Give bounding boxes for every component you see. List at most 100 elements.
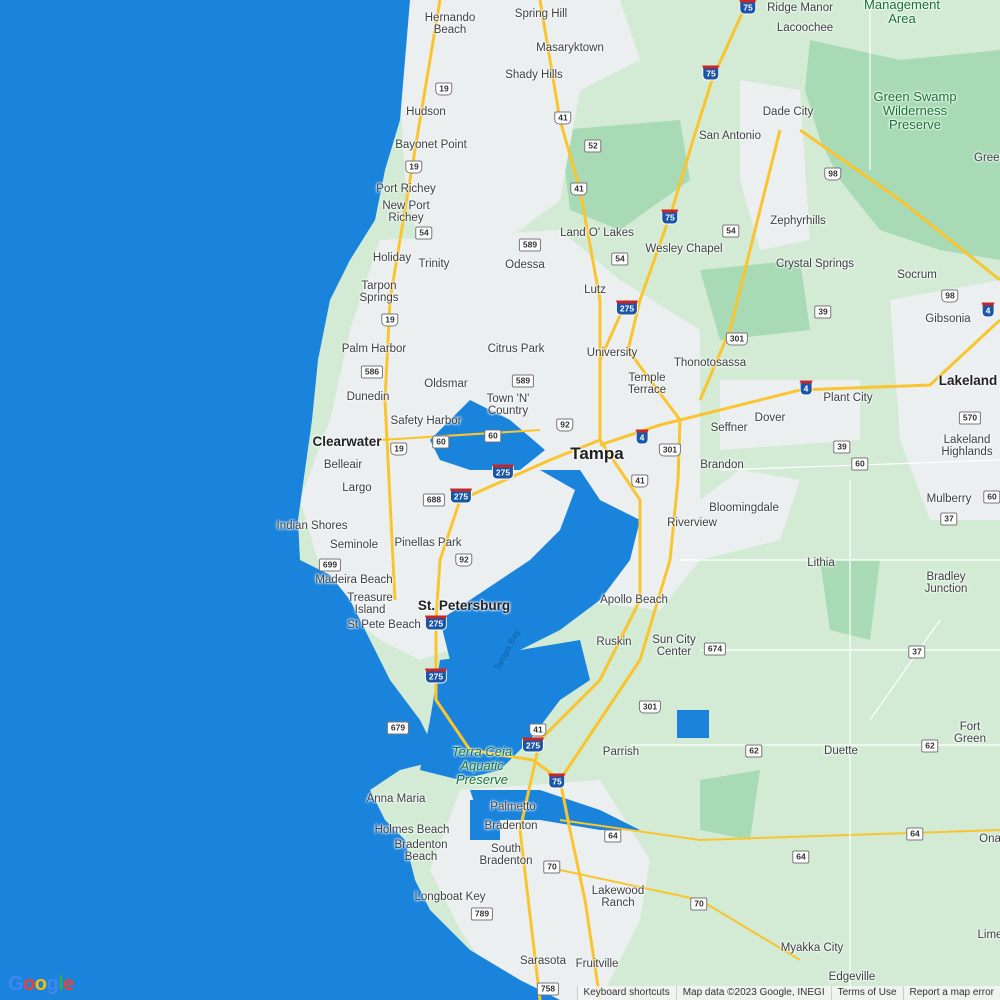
state-route-shield: 64 <box>906 827 924 841</box>
report-map-error-link[interactable]: Report a map error <box>902 986 1000 1000</box>
place-label: Safety Harbor <box>390 415 462 427</box>
state-route-shield: 60 <box>484 429 502 443</box>
state-route-shield: 39 <box>833 440 851 454</box>
place-label: Fort Green <box>954 721 986 745</box>
state-route-shield: 674 <box>703 642 727 656</box>
terms-of-use-link[interactable]: Terms of Use <box>830 986 903 1000</box>
place-label: Bayonet Point <box>395 139 467 151</box>
park-label: Green Swamp Wilderness Preserve <box>873 89 957 132</box>
place-label: Land O' Lakes <box>560 227 634 239</box>
interstate-shield: 275 <box>449 488 473 504</box>
place-label: Gibsonia <box>925 313 971 325</box>
place-label: Anna Maria <box>366 793 426 805</box>
interstate-shield: 4 <box>635 429 649 445</box>
us-route-shield: 19 <box>381 313 399 327</box>
place-label: Mulberry <box>926 493 972 505</box>
place-label: Indian Shores <box>276 520 348 532</box>
us-route-shield: 19 <box>390 442 408 456</box>
interstate-shield: 4 <box>981 302 995 318</box>
place-label: Plant City <box>823 392 873 404</box>
state-route-shield: 64 <box>792 850 810 864</box>
state-route-shield: 62 <box>745 744 763 758</box>
place-label: Green <box>974 152 1000 164</box>
place-label: Shady Hills <box>505 69 563 81</box>
place-label: Pinellas Park <box>394 537 462 549</box>
place-label: Ruskin <box>596 636 632 648</box>
place-label: Lithia <box>807 557 835 569</box>
place-label: Longboat Key <box>414 891 486 903</box>
place-label: Dover <box>754 412 786 424</box>
interstate-shield: 75 <box>548 773 566 789</box>
place-label: Seffner <box>710 422 748 434</box>
place-label: Sun City Center <box>652 634 696 658</box>
place-label: Fruitville <box>575 958 619 970</box>
place-label: Clearwater <box>312 434 382 449</box>
place-label: Trinity <box>418 258 450 270</box>
keyboard-shortcuts-link[interactable]: Keyboard shortcuts <box>576 986 676 1000</box>
state-route-shield: 679 <box>386 721 410 735</box>
place-label: Hernando Beach <box>424 12 476 36</box>
place-label: Bradenton <box>484 820 538 832</box>
place-label: Ona <box>979 833 1000 845</box>
place-label: Bradley Junction <box>924 571 968 595</box>
park-label: Terra Ceia Aquatic Preserve <box>451 744 513 787</box>
place-label: Citrus Park <box>487 343 545 355</box>
us-route-shield: 41 <box>631 474 649 488</box>
place-label: University <box>586 347 638 359</box>
place-label: Seminole <box>330 539 378 551</box>
state-route-shield: 60 <box>851 457 869 471</box>
state-route-shield: 699 <box>318 558 342 572</box>
place-label: Treasure Island <box>347 592 393 616</box>
place-label: Lakeland Highlands <box>941 434 993 458</box>
state-route-shield: 52 <box>584 139 602 153</box>
state-route-shield: 62 <box>921 739 939 753</box>
place-label: Port Richey <box>376 183 436 195</box>
place-label: Oldsmar <box>424 378 468 390</box>
interstate-shield: 75 <box>739 0 757 15</box>
map-data-text: Map data ©2023 Google, INEGI <box>675 986 831 1000</box>
us-route-shield: 301 <box>638 700 662 714</box>
place-label: Ridge Manor <box>767 2 833 14</box>
place-label: Lacoochee <box>776 22 834 34</box>
place-label: Bloomingdale <box>709 502 779 514</box>
interstate-shield: 4 <box>799 380 813 396</box>
place-label: Wesley Chapel <box>645 243 723 255</box>
state-route-shield: 54 <box>722 224 740 238</box>
place-label: Spring Hill <box>514 8 568 20</box>
place-label: Tarpon Springs <box>359 280 399 304</box>
state-route-shield: 37 <box>908 645 926 659</box>
interstate-shield: 75 <box>661 209 679 225</box>
place-label: Largo <box>342 482 372 494</box>
place-label: Temple Terrace <box>627 372 667 396</box>
place-label: Edgeville <box>828 971 876 983</box>
state-route-shield: 54 <box>415 226 433 240</box>
place-label: Crystal Springs <box>776 258 854 270</box>
place-label: Socrum <box>897 269 937 281</box>
state-route-shield: 64 <box>604 829 622 843</box>
place-label: St. Petersburg <box>417 598 511 613</box>
us-route-shield: 41 <box>554 111 572 125</box>
place-label: South Bradenton <box>479 843 533 867</box>
state-route-shield: 60 <box>432 435 450 449</box>
state-route-shield: 589 <box>511 374 535 388</box>
state-route-shield: 37 <box>940 512 958 526</box>
place-label: Sarasota <box>519 955 567 967</box>
interstate-shield: 275 <box>615 300 639 316</box>
place-label: Masaryktown <box>536 42 604 54</box>
google-logo: Google <box>8 973 74 995</box>
place-label: Tampa <box>570 444 624 463</box>
place-label: Apollo Beach <box>600 594 668 606</box>
place-label: Madeira Beach <box>315 574 393 586</box>
place-label: Lutz <box>584 284 606 296</box>
state-route-shield: 758 <box>536 982 560 996</box>
interstate-shield: 275 <box>424 668 448 684</box>
state-route-shield: 586 <box>360 365 384 379</box>
state-route-shield: 70 <box>543 860 561 874</box>
state-route-shield: 70 <box>690 897 708 911</box>
interstate-shield: 275 <box>491 464 515 480</box>
interstate-shield: 275 <box>424 615 448 631</box>
state-route-shield: 54 <box>611 252 629 266</box>
interstate-shield: 275 <box>521 737 545 753</box>
us-route-shield: 41 <box>570 182 588 196</box>
place-label: Belleair <box>323 459 363 471</box>
